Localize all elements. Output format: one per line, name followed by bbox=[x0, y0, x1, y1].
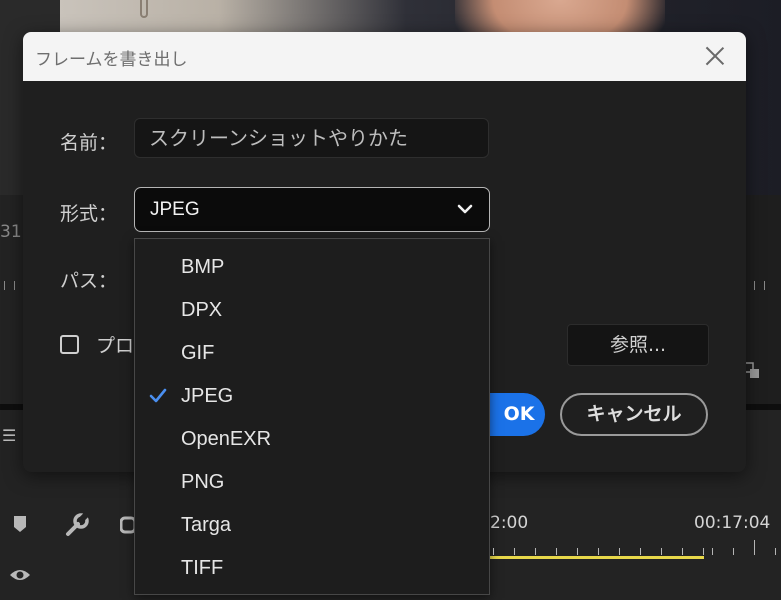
ruler-tick bbox=[661, 548, 662, 555]
timecode: 2:00 bbox=[490, 513, 529, 533]
ruler-tick bbox=[556, 548, 557, 555]
path-label: パス： bbox=[60, 270, 118, 292]
format-option-targa[interactable]: Targa bbox=[135, 503, 489, 546]
import-checkbox[interactable] bbox=[60, 335, 79, 354]
check-icon bbox=[149, 388, 167, 403]
close-icon[interactable] bbox=[702, 43, 728, 69]
format-option-label: Targa bbox=[181, 514, 232, 536]
format-option-gif[interactable]: GIF bbox=[135, 331, 489, 374]
format-select-value: JPEG bbox=[150, 199, 200, 220]
dialog-titlebar[interactable]: フレームを書き出し bbox=[23, 32, 746, 81]
import-checkbox-label: プロ bbox=[96, 335, 135, 357]
ruler-tick bbox=[682, 548, 683, 555]
ruler-tick bbox=[640, 548, 641, 555]
ruler-tick bbox=[619, 548, 620, 555]
ruler-tick bbox=[577, 548, 578, 555]
ruler-tick bbox=[514, 548, 515, 555]
timecode: 00:17:04 bbox=[694, 513, 771, 533]
dialog-title: フレームを書き出し bbox=[35, 50, 188, 70]
name-label: 名前： bbox=[60, 132, 118, 154]
ruler-tick bbox=[775, 548, 776, 555]
format-option-tiff[interactable]: TIFF bbox=[135, 546, 489, 589]
format-option-png[interactable]: PNG bbox=[135, 460, 489, 503]
format-option-label: JPEG bbox=[181, 385, 234, 407]
format-option-label: BMP bbox=[181, 256, 225, 278]
format-dropdown-menu: BMP DPX GIF JPEG OpenEXR PNG Targa TIFF bbox=[134, 238, 490, 595]
video-detail bbox=[140, 0, 148, 18]
ruler-tick bbox=[712, 548, 713, 555]
format-option-label: GIF bbox=[181, 342, 215, 364]
chevron-down-icon bbox=[457, 204, 473, 214]
format-option-jpeg[interactable]: JPEG bbox=[135, 374, 489, 417]
work-area-bar[interactable] bbox=[490, 556, 704, 559]
format-option-label: PNG bbox=[181, 471, 225, 493]
ruler-tick bbox=[703, 548, 704, 555]
menu-icon[interactable]: ☰ bbox=[2, 426, 16, 445]
ruler-tick bbox=[598, 548, 599, 555]
cancel-button[interactable]: キャンセル bbox=[560, 393, 708, 436]
ruler-tick bbox=[493, 548, 494, 555]
browse-button[interactable]: 参照... bbox=[567, 324, 709, 366]
ruler-tick bbox=[754, 281, 755, 290]
timecode-left: 31 bbox=[0, 222, 22, 242]
format-option-openexr[interactable]: OpenEXR bbox=[135, 417, 489, 460]
format-option-bmp[interactable]: BMP bbox=[135, 245, 489, 288]
ruler-tick bbox=[535, 548, 536, 555]
format-select[interactable]: JPEG bbox=[134, 187, 490, 232]
format-option-dpx[interactable]: DPX bbox=[135, 288, 489, 331]
format-label: 形式： bbox=[60, 203, 118, 225]
ruler-tick bbox=[14, 281, 15, 290]
format-option-label: OpenEXR bbox=[181, 428, 272, 450]
ruler-tick bbox=[764, 281, 765, 290]
eye-icon[interactable] bbox=[8, 566, 32, 584]
ruler-tick bbox=[754, 540, 755, 555]
ruler-tick bbox=[733, 548, 734, 555]
format-option-label: DPX bbox=[181, 299, 223, 321]
wrench-icon[interactable] bbox=[64, 512, 90, 538]
format-option-label: TIFF bbox=[181, 557, 224, 579]
ruler-tick bbox=[4, 281, 5, 290]
camera-icon[interactable] bbox=[120, 516, 134, 536]
name-input[interactable]: スクリーンショットやりかた bbox=[134, 118, 489, 158]
marker-icon[interactable] bbox=[12, 514, 28, 534]
